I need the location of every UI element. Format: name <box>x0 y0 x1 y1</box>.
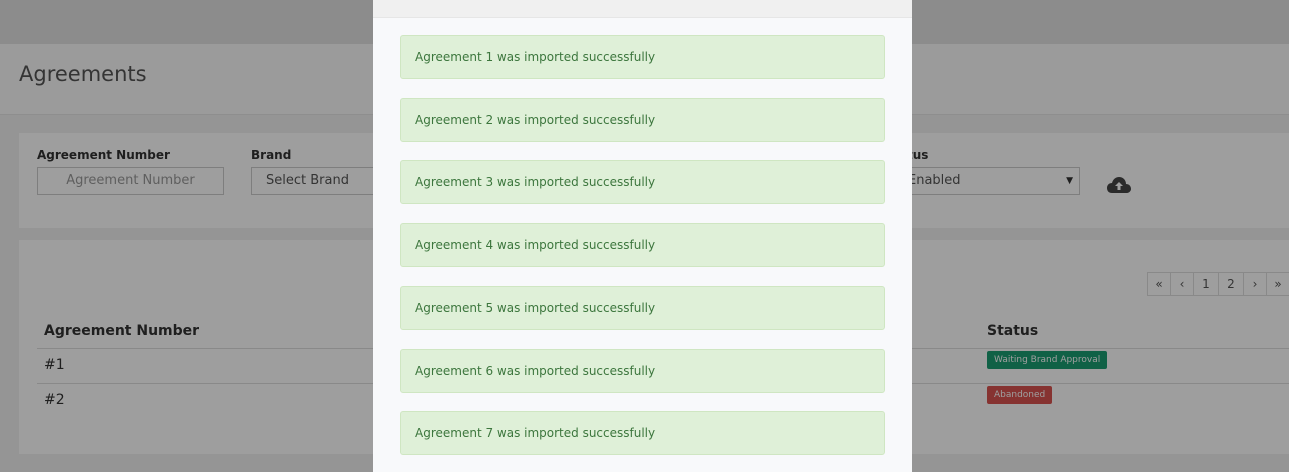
success-alert: Agreement 4 was imported successfully <box>400 223 885 267</box>
success-alert: Agreement 5 was imported successfully <box>400 286 885 330</box>
modal-header <box>373 0 912 18</box>
success-alert: Agreement 6 was imported successfully <box>400 349 885 393</box>
success-alert: Agreement 1 was imported successfully <box>400 35 885 79</box>
success-alert: Agreement 7 was imported successfully <box>400 411 885 455</box>
import-results-modal: Agreement 1 was imported successfully Ag… <box>373 0 912 472</box>
success-alert: Agreement 2 was imported successfully <box>400 98 885 142</box>
success-alert: Agreement 3 was imported successfully <box>400 160 885 204</box>
